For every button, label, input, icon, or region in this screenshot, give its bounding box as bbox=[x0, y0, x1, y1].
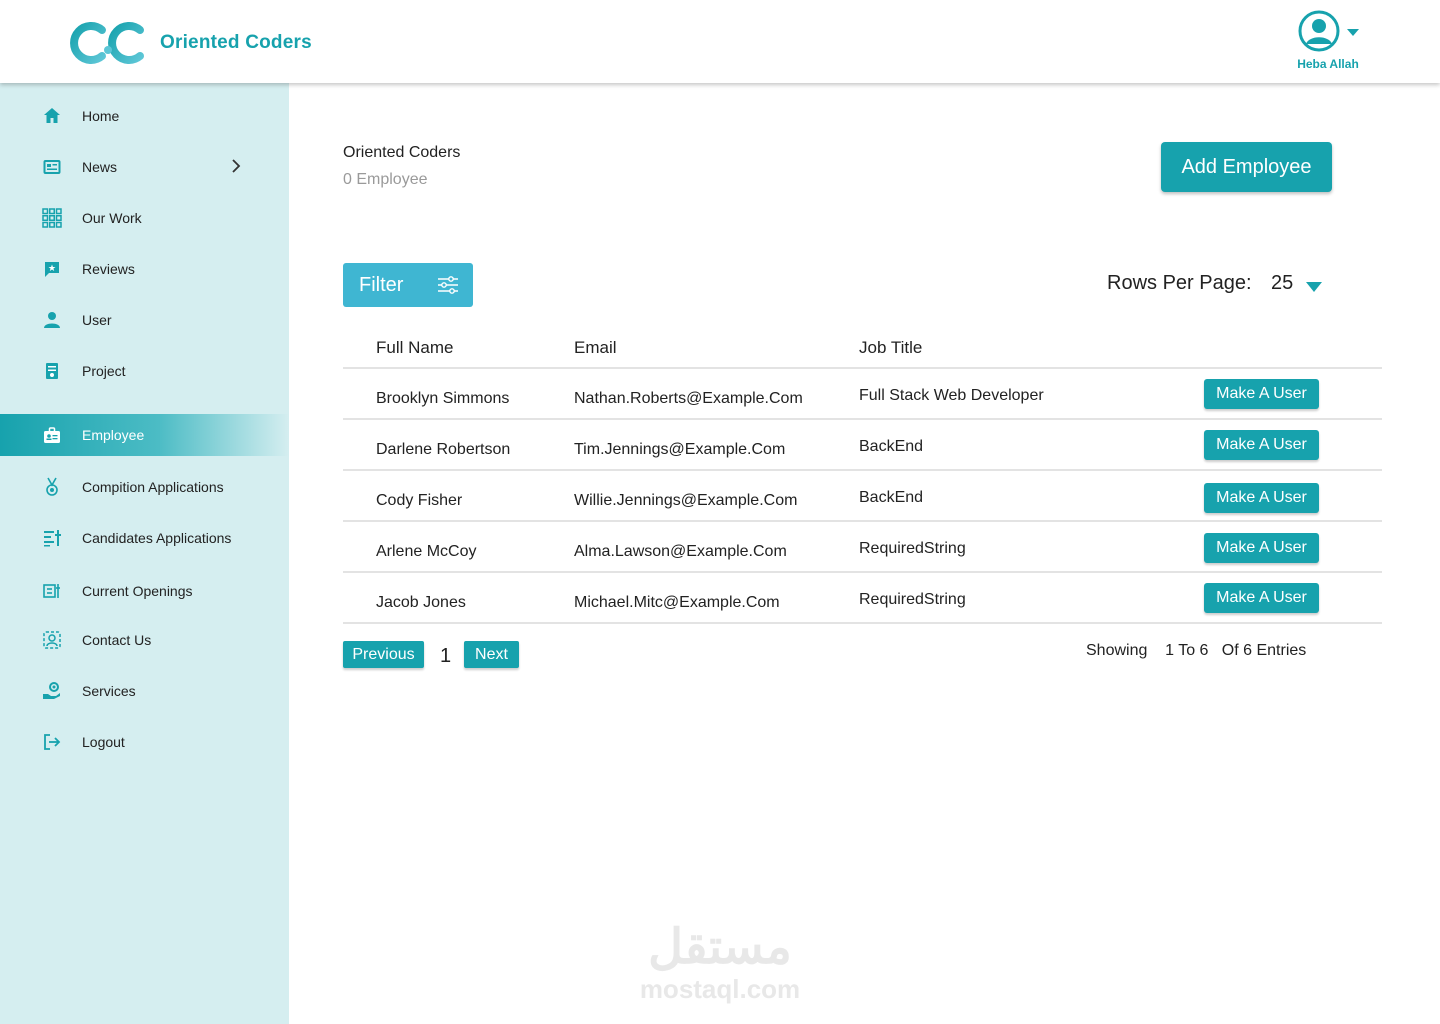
brand[interactable]: Oriented Coders bbox=[70, 20, 312, 66]
next-page-button[interactable]: Next bbox=[464, 641, 519, 668]
chevron-down-icon[interactable] bbox=[1347, 29, 1359, 36]
brand-name: Oriented Coders bbox=[160, 32, 312, 53]
review-icon bbox=[40, 257, 64, 281]
cell-job-title: BackEnd bbox=[859, 438, 924, 455]
entries-summary: Showing 1 To 6 Of 6 Entries bbox=[1086, 642, 1307, 659]
sidebar-item-label: Reviews bbox=[82, 261, 135, 277]
cell-email: Michael.Mitc@Example.Com bbox=[574, 594, 780, 611]
sidebar-item-project[interactable]: Project bbox=[0, 350, 289, 392]
user-circle-icon bbox=[1298, 10, 1340, 52]
sidebar-item-label: Services bbox=[82, 683, 136, 699]
sidebar-item-reviews[interactable]: Reviews bbox=[0, 248, 289, 290]
sidebar-item-employee[interactable]: Employee bbox=[0, 414, 289, 456]
table-row: Arlene McCoy Alma.Lawson@Example.Com Req… bbox=[343, 521, 1382, 572]
sidebar-item-label: Compition Applications bbox=[82, 479, 224, 495]
sidebar-item-current-openings[interactable]: Current Openings bbox=[0, 570, 289, 612]
cell-full-name: Cody Fisher bbox=[376, 492, 463, 509]
make-user-button[interactable]: Make A User bbox=[1204, 533, 1319, 563]
watermark: مستقل mostaql.com bbox=[630, 920, 810, 1004]
make-user-button[interactable]: Make A User bbox=[1204, 430, 1319, 460]
project-icon bbox=[40, 359, 64, 383]
cell-job-title: RequiredString bbox=[859, 591, 966, 608]
sidebar-item-candidates-applications[interactable]: Candidates Applications bbox=[0, 517, 289, 559]
oc-logo-icon bbox=[70, 22, 144, 64]
sidebar: Home News Our Work Reviews User Project … bbox=[0, 83, 289, 1024]
make-user-button[interactable]: Make A User bbox=[1204, 483, 1319, 513]
cell-full-name: Brooklyn Simmons bbox=[376, 390, 510, 407]
chevron-down-icon[interactable] bbox=[1306, 282, 1322, 292]
cell-job-title: BackEnd bbox=[859, 489, 924, 506]
make-user-button[interactable]: Make A User bbox=[1204, 379, 1319, 409]
cell-full-name: Jacob Jones bbox=[376, 594, 466, 611]
sidebar-item-label: Candidates Applications bbox=[82, 530, 232, 546]
make-user-button[interactable]: Make A User bbox=[1204, 583, 1319, 613]
sidebar-item-user[interactable]: User bbox=[0, 299, 289, 341]
cell-job-title: Full Stack Web Developer bbox=[859, 387, 1044, 404]
cell-full-name: Darlene Robertson bbox=[376, 441, 511, 458]
filter-button[interactable]: Filter bbox=[343, 263, 473, 307]
column-header-email[interactable]: Email bbox=[574, 338, 617, 358]
grid-icon bbox=[40, 206, 64, 230]
chevron-right-icon[interactable] bbox=[228, 158, 244, 174]
logout-icon bbox=[40, 730, 64, 754]
sidebar-item-label: Home bbox=[82, 108, 120, 124]
column-header-full-name[interactable]: Full Name bbox=[376, 338, 453, 358]
table-row: Darlene Robertson Tim.Jennings@Example.C… bbox=[343, 419, 1382, 470]
sidebar-item-compition-applications[interactable]: Compition Applications bbox=[0, 466, 289, 508]
watermark-latin: mostaql.com bbox=[639, 974, 801, 1004]
sidebar-item-label: Project bbox=[82, 363, 126, 379]
cell-email: Tim.Jennings@Example.Com bbox=[574, 441, 786, 458]
sidebar-item-logout[interactable]: Logout bbox=[0, 721, 289, 763]
sidebar-item-our-work[interactable]: Our Work bbox=[0, 197, 289, 239]
sidebar-item-home[interactable]: Home bbox=[0, 95, 289, 137]
cell-email: Nathan.Roberts@Example.Com bbox=[574, 390, 803, 407]
user-name: Heba Allah bbox=[1297, 57, 1359, 71]
user-menu[interactable]: Heba Allah bbox=[1290, 10, 1370, 74]
sidebar-item-label: Logout bbox=[82, 734, 125, 750]
cell-job-title: RequiredString bbox=[859, 540, 966, 557]
table-row: Brooklyn Simmons Nathan.Roberts@Example.… bbox=[343, 368, 1382, 419]
sliders-icon bbox=[438, 276, 458, 294]
rows-per-page-select[interactable]: 25 bbox=[1271, 272, 1293, 295]
employee-count: 0 Employee bbox=[343, 171, 428, 188]
rows-per-page-label: Rows Per Page: bbox=[1107, 272, 1252, 294]
openings-icon bbox=[40, 579, 64, 603]
add-employee-button[interactable]: Add Employee bbox=[1161, 142, 1332, 192]
cell-email: Alma.Lawson@Example.Com bbox=[574, 543, 787, 560]
org-name: Oriented Coders bbox=[343, 144, 461, 161]
column-header-job-title[interactable]: Job Title bbox=[859, 338, 922, 358]
sidebar-item-label: Our Work bbox=[82, 210, 142, 226]
table-divider bbox=[343, 622, 1382, 624]
cell-full-name: Arlene McCoy bbox=[376, 543, 477, 560]
top-bar: Oriented Coders Heba Allah bbox=[0, 0, 1440, 83]
cell-email: Willie.Jennings@Example.Com bbox=[574, 492, 798, 509]
current-page-number[interactable]: 1 bbox=[440, 645, 451, 668]
table-row: Jacob Jones Michael.Mitc@Example.Com Req… bbox=[343, 572, 1382, 623]
contact-icon bbox=[40, 628, 64, 652]
home-icon bbox=[40, 104, 64, 128]
newspaper-icon bbox=[40, 155, 64, 179]
filter-label: Filter bbox=[359, 273, 404, 296]
sidebar-item-label: Current Openings bbox=[82, 583, 193, 599]
table-row: Cody Fisher Willie.Jennings@Example.Com … bbox=[343, 470, 1382, 521]
previous-page-button[interactable]: Previous bbox=[343, 641, 424, 668]
app-root: Oriented Coders Heba Allah Home News Our… bbox=[0, 0, 1440, 1024]
list-applications-icon bbox=[40, 526, 64, 550]
sidebar-item-label: User bbox=[82, 312, 112, 328]
sidebar-item-contact-us[interactable]: Contact Us bbox=[0, 619, 289, 661]
person-icon bbox=[40, 308, 64, 332]
medal-icon bbox=[40, 475, 64, 499]
services-icon bbox=[40, 679, 64, 703]
sidebar-item-label: News bbox=[82, 159, 118, 175]
watermark-arabic: مستقل bbox=[648, 921, 792, 974]
badge-icon bbox=[40, 423, 64, 447]
sidebar-item-label: Employee bbox=[82, 427, 145, 443]
sidebar-item-services[interactable]: Services bbox=[0, 670, 289, 712]
sidebar-item-label: Contact Us bbox=[82, 632, 152, 648]
sidebar-item-news[interactable]: News bbox=[0, 146, 289, 188]
